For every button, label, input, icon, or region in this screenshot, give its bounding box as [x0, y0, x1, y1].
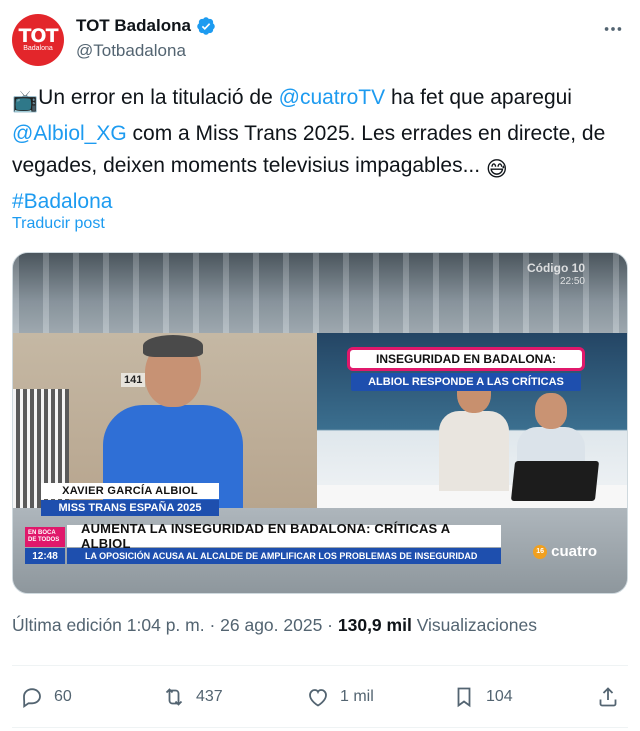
bookmark-count: 104 [486, 688, 513, 705]
author-handle[interactable]: @Totbadalona [76, 40, 216, 62]
author-names: TOT Badalona @Totbadalona [76, 15, 216, 62]
translate-post-link[interactable]: Traducir post [12, 215, 105, 233]
house-number: 141 [121, 373, 146, 387]
like-button[interactable]: 1 mil [306, 678, 374, 716]
post-meta: Última edición 1:04 p. m. · 26 ago. 2025… [12, 615, 537, 636]
mention-link[interactable]: @Albiol_XG [12, 122, 127, 145]
post-text-part: Un error en la titulació de [38, 86, 279, 109]
age-rating-badge: 16 [533, 544, 548, 559]
right-video-panel: INSEGURIDAD EN BADALONA: ALBIOL RESPONDE… [317, 333, 627, 508]
divider [12, 727, 628, 728]
studio-chyron-subtitle: ALBIOL RESPONDE A LAS CRÍTICAS [351, 373, 581, 391]
mention-link[interactable]: @cuatroTV [279, 86, 386, 109]
studio-chyron-title: INSEGURIDAD EN BADALONA: [347, 347, 585, 371]
person-hair [143, 335, 203, 357]
display-name[interactable]: TOT Badalona [76, 15, 191, 37]
bookmark-button[interactable]: 104 [452, 678, 513, 716]
post-media-image[interactable]: Código 10 22:50 141 INSEGURIDAD EN BADAL… [12, 252, 628, 594]
display-name-row[interactable]: TOT Badalona [76, 15, 216, 37]
bookmark-icon [457, 687, 471, 708]
reply-count: 60 [54, 688, 72, 705]
watermark-title: Código 10 [526, 261, 585, 275]
heart-icon [309, 689, 327, 707]
post-text: 📺Un error en la titulació de @cuatroTV h… [12, 82, 624, 218]
avatar-logo-text: TOT [18, 25, 58, 47]
laptop [510, 461, 600, 501]
avatar[interactable]: TOT Badalona [12, 14, 64, 66]
reply-icon [23, 688, 41, 709]
title-plate: MISS TRANS ESPAÑA 2025 [41, 500, 219, 516]
share-button[interactable] [596, 678, 620, 716]
post-text-part: ha fet que aparegui [385, 86, 572, 109]
channel-logo: 16 cuatro [533, 543, 597, 560]
sweat-smile-emoji-icon: 😅 [485, 158, 508, 181]
reply-button[interactable]: 60 [20, 678, 72, 716]
action-bar: 60 437 1 mil 104 [12, 678, 628, 716]
tv-emoji-icon: 📺 [12, 90, 39, 113]
broadcast-clock: 12:48 [25, 548, 65, 564]
views-label: Visualizaciones [411, 615, 537, 635]
divider [12, 665, 628, 666]
post-header: TOT Badalona TOT Badalona @Totbadalona [12, 12, 628, 66]
avatar-logo-subtext: Badalona [23, 45, 53, 52]
views-count: 130,9 mil [337, 615, 412, 635]
channel-name: cuatro [551, 543, 597, 560]
like-count: 1 mil [340, 688, 374, 705]
verified-badge-icon [197, 17, 215, 35]
ticker-headline: AUMENTA LA INSEGURIDAD EN BADALONA: CRÍT… [67, 521, 501, 551]
hashtag-link[interactable]: #Badalona [12, 190, 112, 213]
program-logo: EN BOCA DE TODOS [25, 527, 65, 547]
edited-timestamp[interactable]: Última edición 1:04 p. m. · 26 ago. 2025… [12, 615, 338, 635]
repost-icon [165, 688, 183, 706]
share-icon [599, 687, 617, 707]
left-video-panel: 141 [13, 333, 317, 508]
channel-watermark: Código 10 22:50 [527, 261, 585, 289]
ticker-subheadline: LA OPOSICIÓN ACUSA AL ALCALDE DE AMPLIFI… [67, 548, 501, 564]
repost-count: 437 [196, 688, 223, 705]
watermark-time: 22:50 [559, 276, 585, 287]
name-plate: XAVIER GARCÍA ALBIOL [41, 483, 219, 499]
more-options-icon[interactable] [602, 18, 624, 40]
repost-button[interactable]: 437 [162, 678, 223, 716]
